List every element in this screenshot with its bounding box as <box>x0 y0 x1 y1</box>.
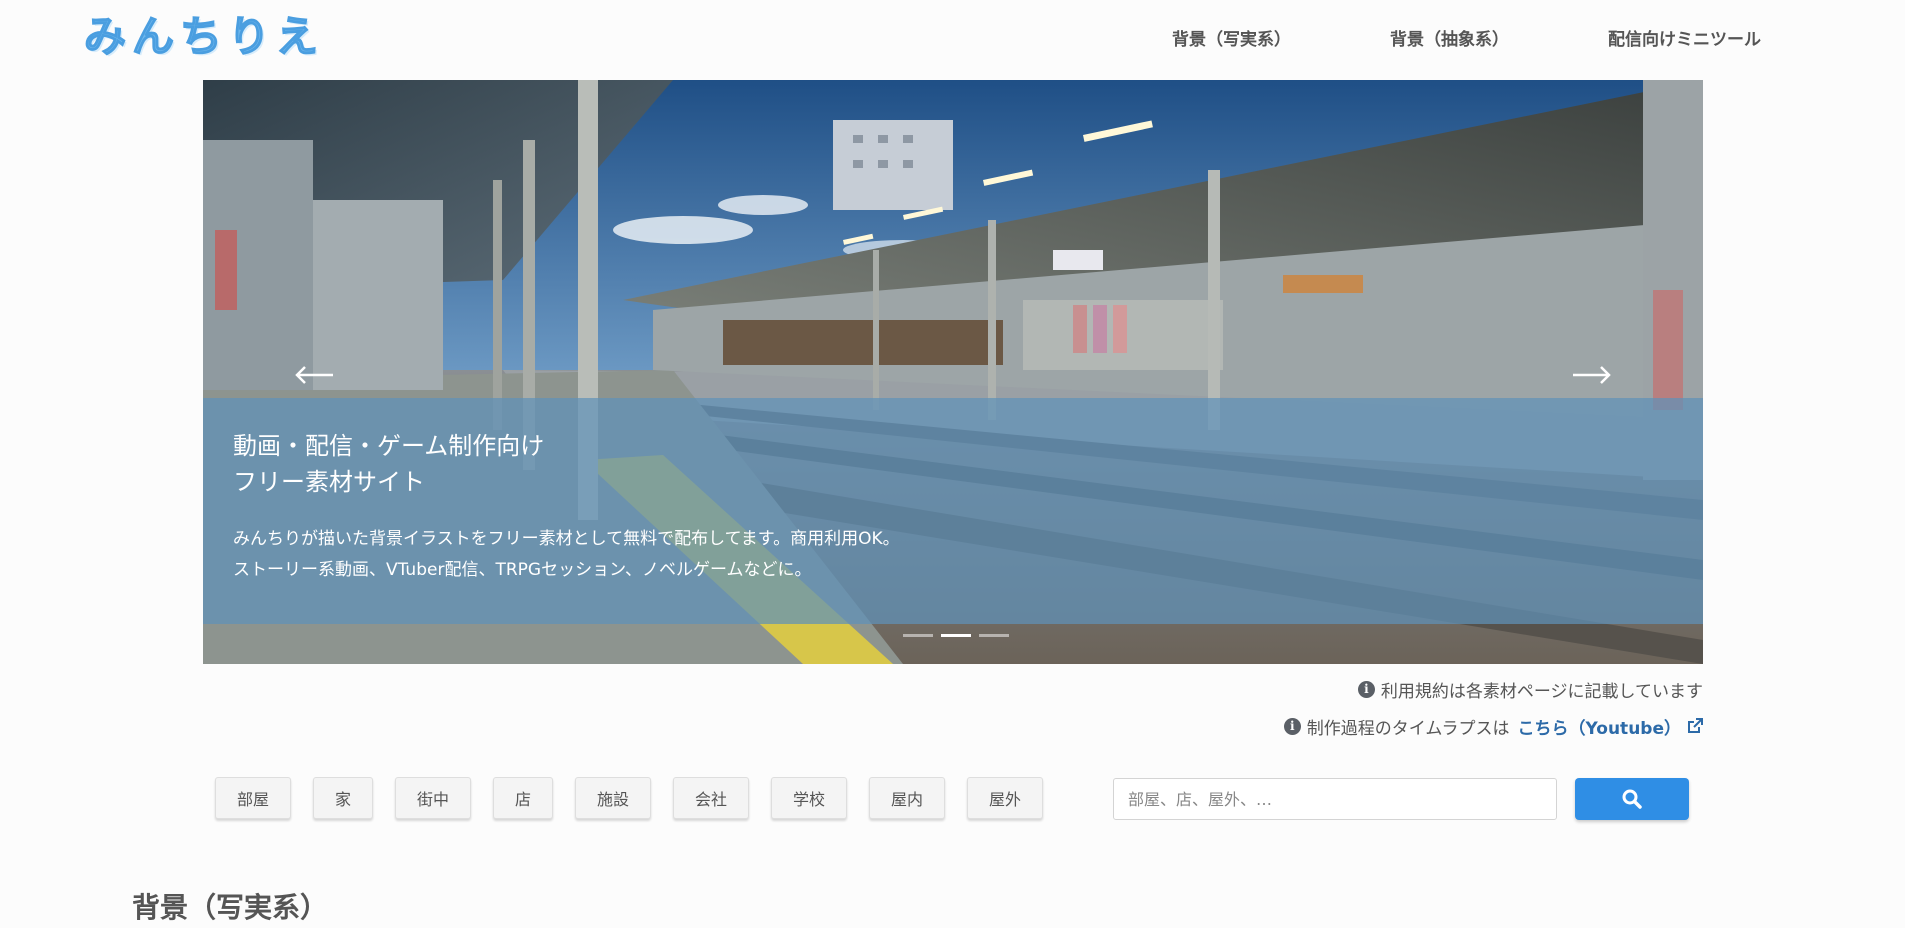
hero-caption: 動画・配信・ゲーム制作向け フリー素材サイト みんちりが描いた背景イラストをフリ… <box>203 398 1703 624</box>
category-button-office[interactable]: 会社 <box>673 777 749 819</box>
carousel-indicator[interactable] <box>903 634 933 637</box>
info-icon: i <box>1357 680 1375 698</box>
category-button-indoor[interactable]: 屋内 <box>869 777 945 819</box>
search-input[interactable] <box>1113 778 1557 820</box>
youtube-link[interactable]: こちら（Youtube） <box>1518 714 1703 739</box>
hero-title: 動画・配信・ゲーム制作向け フリー素材サイト <box>233 428 544 500</box>
carousel-indicator-active[interactable] <box>941 634 971 637</box>
search-button[interactable] <box>1575 778 1689 820</box>
hero-carousel: 動画・配信・ゲーム制作向け フリー素材サイト みんちりが描いた背景イラストをフリ… <box>203 80 1703 664</box>
youtube-link-label: こちら（Youtube） <box>1517 718 1681 739</box>
section-heading: 背景（写実系） <box>132 891 329 924</box>
carousel-indicators <box>903 634 1009 637</box>
timelapse-note: i 制作過程のタイムラプスは こちら（Youtube） <box>1283 714 1703 739</box>
chevron-left-icon <box>295 366 333 384</box>
hero-title-line2: フリー素材サイト <box>233 468 425 496</box>
hero-desc-line2: ストーリー系動画、VTuber配信、TRPGセッション、ノベルゲームなどに。 <box>233 560 812 580</box>
carousel-prev-button[interactable] <box>293 358 337 392</box>
timelapse-note-text: 制作過程のタイムラプスは <box>1306 718 1510 739</box>
hero-title-line1: 動画・配信・ゲーム制作向け <box>233 432 545 460</box>
nav-item-streaming-tools[interactable]: 配信向けミニツール <box>1608 24 1761 50</box>
search-icon <box>1622 789 1642 809</box>
category-button-shop[interactable]: 店 <box>493 777 553 819</box>
category-button-room[interactable]: 部屋 <box>215 777 291 819</box>
carousel-indicator[interactable] <box>979 634 1009 637</box>
hero-desc-line1: みんちりが描いた背景イラストをフリー素材として無料で配布してます。商用利用OK。 <box>233 529 900 549</box>
external-link-icon <box>1688 718 1703 733</box>
terms-note: i 利用規約は各素材ページに記載しています <box>1357 677 1703 702</box>
category-button-house[interactable]: 家 <box>313 777 373 819</box>
category-button-facility[interactable]: 施設 <box>575 777 651 819</box>
hero-description: みんちりが描いた背景イラストをフリー素材として無料で配布してます。商用利用OK。… <box>233 524 900 586</box>
category-button-outdoor[interactable]: 屋外 <box>967 777 1043 819</box>
terms-note-text: 利用規約は各素材ページに記載しています <box>1380 681 1703 702</box>
site-logo[interactable]: みんちりえ <box>83 6 324 62</box>
chevron-right-icon <box>1573 366 1611 384</box>
site-header: みんちりえ 背景（写実系） 背景（抽象系） 配信向けミニツール <box>0 0 1905 80</box>
category-button-town[interactable]: 街中 <box>395 777 471 819</box>
nav-item-abstract-backgrounds[interactable]: 背景（抽象系） <box>1390 24 1509 50</box>
category-button-school[interactable]: 学校 <box>771 777 847 819</box>
info-icon: i <box>1283 717 1301 735</box>
carousel-next-button[interactable] <box>1569 358 1613 392</box>
nav-item-realistic-backgrounds[interactable]: 背景（写実系） <box>1172 24 1291 50</box>
